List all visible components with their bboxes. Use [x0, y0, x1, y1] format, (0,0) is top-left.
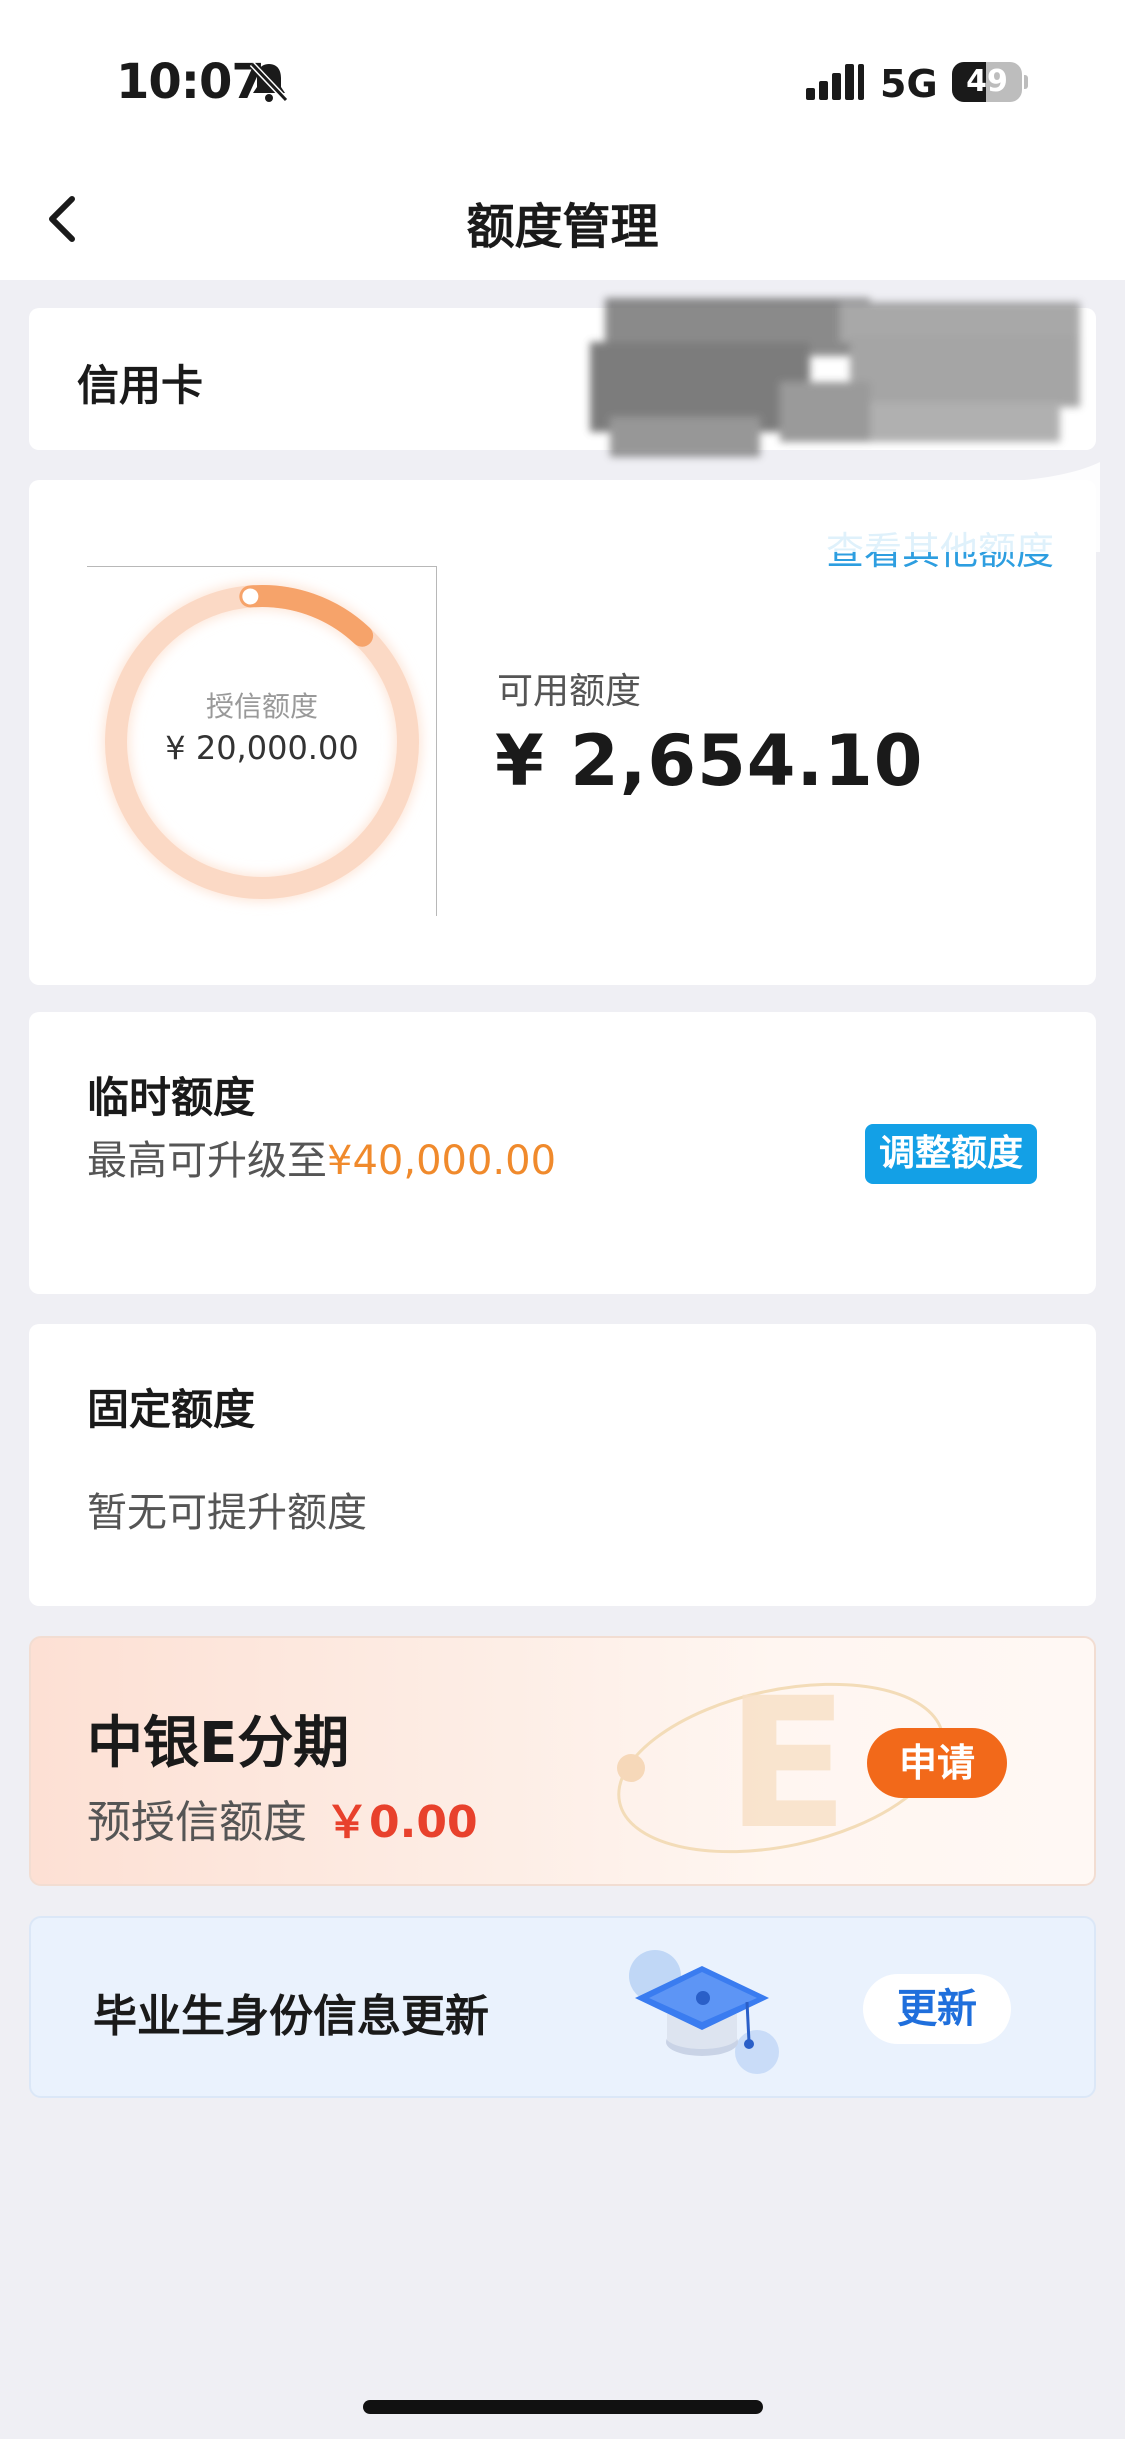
- fixed-limit-desc: 暂无可提升额度: [87, 1490, 367, 1536]
- temporary-limit-card: 临时额度 最高可升级至¥40,000.00 调整额度: [29, 1012, 1096, 1294]
- limit-ring: 授信额度 ¥ 20,000.00: [87, 566, 437, 916]
- nav-bar: 额度管理: [0, 165, 1125, 280]
- granted-limit-value: ¥ 20,000.00: [165, 729, 359, 767]
- e-installment-title: 中银E分期: [87, 1711, 350, 1776]
- status-time: 10:07: [116, 54, 265, 110]
- available-limit-label: 可用额度: [497, 671, 642, 712]
- temporary-limit-desc: 最高可升级至¥40,000.00: [87, 1128, 556, 1186]
- bell-off-icon: [249, 61, 289, 103]
- network-type: 5G: [880, 62, 938, 106]
- status-bar: 10:07 5G 49: [0, 0, 1125, 165]
- apply-button[interactable]: 申请: [867, 1728, 1007, 1798]
- redaction-scribble: [560, 298, 1100, 552]
- graduation-cap-icon: [629, 1950, 779, 2074]
- granted-limit-label: 授信额度: [205, 690, 318, 723]
- battery-level: 49: [966, 64, 1008, 99]
- signal-icon: [806, 64, 864, 100]
- svg-text:E: E: [726, 1660, 849, 1869]
- page-title: 额度管理: [466, 199, 659, 255]
- home-indicator: [363, 2400, 763, 2414]
- temporary-limit-max-amount: ¥40,000.00: [327, 1138, 557, 1184]
- update-button[interactable]: 更新: [863, 1974, 1011, 2044]
- temporary-limit-title: 临时额度: [87, 1073, 256, 1122]
- e-installment-sub: 预授信额度 ￥0.00: [87, 1786, 478, 1850]
- limit-card: 查看其他额度 授信额度 ¥ 20,000.00 可用额度 ¥ 2,654.10: [29, 480, 1096, 985]
- adjust-limit-button[interactable]: 调整额度: [865, 1124, 1037, 1184]
- fixed-limit-title: 固定额度: [87, 1385, 256, 1434]
- card-type-label: 信用卡: [77, 361, 204, 410]
- fixed-limit-card: 固定额度 暂无可提升额度: [29, 1324, 1096, 1606]
- available-limit-value: ¥ 2,654.10: [495, 720, 924, 802]
- battery-icon: 49: [952, 62, 1028, 102]
- graduate-info-banner[interactable]: 毕业生身份信息更新 更新: [29, 1916, 1096, 2098]
- graduate-info-title: 毕业生身份信息更新: [93, 1991, 489, 2042]
- pre-approved-label: 预授信额度: [87, 1797, 307, 1848]
- chevron-left-icon[interactable]: [40, 189, 84, 249]
- e-installment-banner[interactable]: E 中银E分期 预授信额度 ￥0.00 申请: [29, 1636, 1096, 1886]
- ring-progress-dot: [242, 588, 259, 605]
- pre-approved-amount: ￥0.00: [325, 1797, 478, 1848]
- temporary-limit-desc-prefix: 最高可升级至: [87, 1138, 327, 1184]
